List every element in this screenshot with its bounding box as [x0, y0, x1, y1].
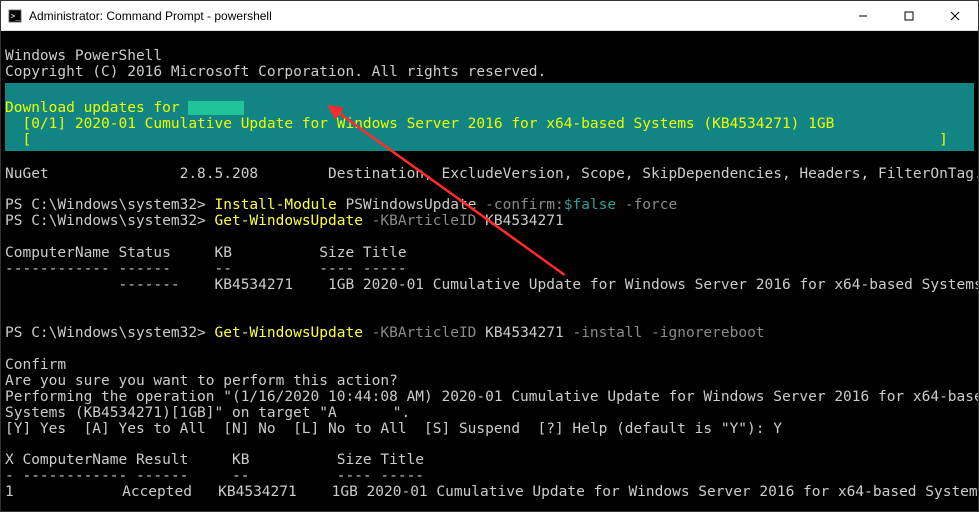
cmd-icon: >_ [7, 8, 23, 24]
svg-text:>_: >_ [11, 11, 21, 20]
redacted-target [337, 406, 393, 422]
table2-row: 1 Accepted KB4534271 1GB 2020-01 Cumulat… [5, 484, 978, 500]
arg-kbnum1: KB4534271 [485, 213, 564, 229]
progress-bar-row: [ ] [5, 132, 948, 148]
install-module-line: PS C:\Windows\system32> Install-Module P… [5, 197, 677, 213]
table2-row-idx: 1 [5, 484, 22, 500]
arg-false: $false [564, 197, 625, 213]
empty-line [5, 341, 14, 357]
confirm-line1: Performing the operation "(1/16/2020 10:… [5, 389, 978, 405]
get-windowsupdate-line2: PS C:\Windows\system32> Get-WindowsUpdat… [5, 325, 765, 341]
arg-kbarticle2: -KBArticleID [372, 325, 486, 341]
arg-kbnum2: KB4534271 [485, 325, 572, 341]
table1-row: ------- KB4534271 1GB 2020-01 Cumulative… [5, 277, 978, 293]
window-frame: >_ Administrator: Command Prompt - power… [0, 0, 979, 512]
empty-line [5, 309, 14, 325]
redacted-computer [22, 485, 78, 501]
arg-force: -force [625, 197, 677, 213]
cmd-getupdate2: Get-WindowsUpdate [215, 325, 372, 341]
get-windowsupdate-line1: PS C:\Windows\system32> Get-WindowsUpdat… [5, 213, 564, 229]
cmd-getupdate1: Get-WindowsUpdate [215, 213, 372, 229]
confirm-line2: Systems (KB4534271)[1GB]" on target "A "… [5, 405, 410, 421]
arg-ignorereboot: -ignorereboot [651, 325, 765, 341]
arg-pswindowsupdate: PSWindowsUpdate [345, 197, 485, 213]
progress-bar-left: [ [5, 132, 31, 148]
arg-confirm: -confirm: [485, 197, 564, 213]
ps-header-line2: Copyright (C) 2016 Microsoft Corporation… [5, 64, 546, 80]
table2-row-rest: Accepted KB4534271 1GB 2020-01 Cumulativ… [78, 484, 978, 500]
empty-line [5, 293, 14, 309]
cmd-install-module: Install-Module [215, 197, 346, 213]
redacted-server-name [188, 101, 244, 115]
progress-bar-fill [31, 132, 939, 148]
terminal-output[interactable]: Windows PowerShell Copyright (C) 2016 Mi… [1, 31, 978, 511]
confirm-line2a: Systems (KB4534271)[1GB]" on target "A [5, 405, 337, 421]
confirm-choices: [Y] Yes [A] Yes to All [N] No [L] No to … [5, 421, 782, 437]
maximize-button[interactable] [886, 1, 932, 31]
table1-divider: ------------ ------ -- ---- ----- [5, 261, 407, 277]
arg-kbarticle1: -KBArticleID [372, 213, 486, 229]
ps-header-line1: Windows PowerShell [5, 48, 162, 64]
confirm-line2b: ". [393, 405, 410, 421]
minimize-button[interactable] [840, 1, 886, 31]
prompt-1: PS C:\Windows\system32> [5, 197, 215, 213]
progress-bar-right: ] [939, 132, 948, 148]
confirm-question: Are you sure you want to perform this ac… [5, 373, 398, 389]
empty-line [5, 436, 14, 452]
table2-header: X ComputerName Result KB Size Title [5, 452, 424, 468]
empty-line [5, 229, 14, 245]
progress-bar: Download updates for [0/1] 2020-01 Cumul… [5, 83, 974, 151]
prompt-2: PS C:\Windows\system32> [5, 213, 215, 229]
progress-heading-text: Download updates for [5, 100, 188, 116]
nuget-line: NuGet 2.8.5.208 Destination, ExcludeVers… [5, 166, 978, 182]
prompt-3: PS C:\Windows\system32> [5, 325, 215, 341]
table1-header: ComputerName Status KB Size Title [5, 245, 407, 261]
window-title: Administrator: Command Prompt - powershe… [29, 9, 272, 23]
close-button[interactable] [932, 1, 978, 31]
empty-line [5, 181, 14, 197]
progress-detail: [0/1] 2020-01 Cumulative Update for Wind… [5, 116, 834, 132]
arg-install: -install [572, 325, 651, 341]
table2-divider: - ------------ ------ -- ---- ----- [5, 468, 424, 484]
progress-heading: Download updates for [5, 100, 244, 116]
titlebar[interactable]: >_ Administrator: Command Prompt - power… [1, 1, 978, 31]
confirm-title: Confirm [5, 357, 66, 373]
